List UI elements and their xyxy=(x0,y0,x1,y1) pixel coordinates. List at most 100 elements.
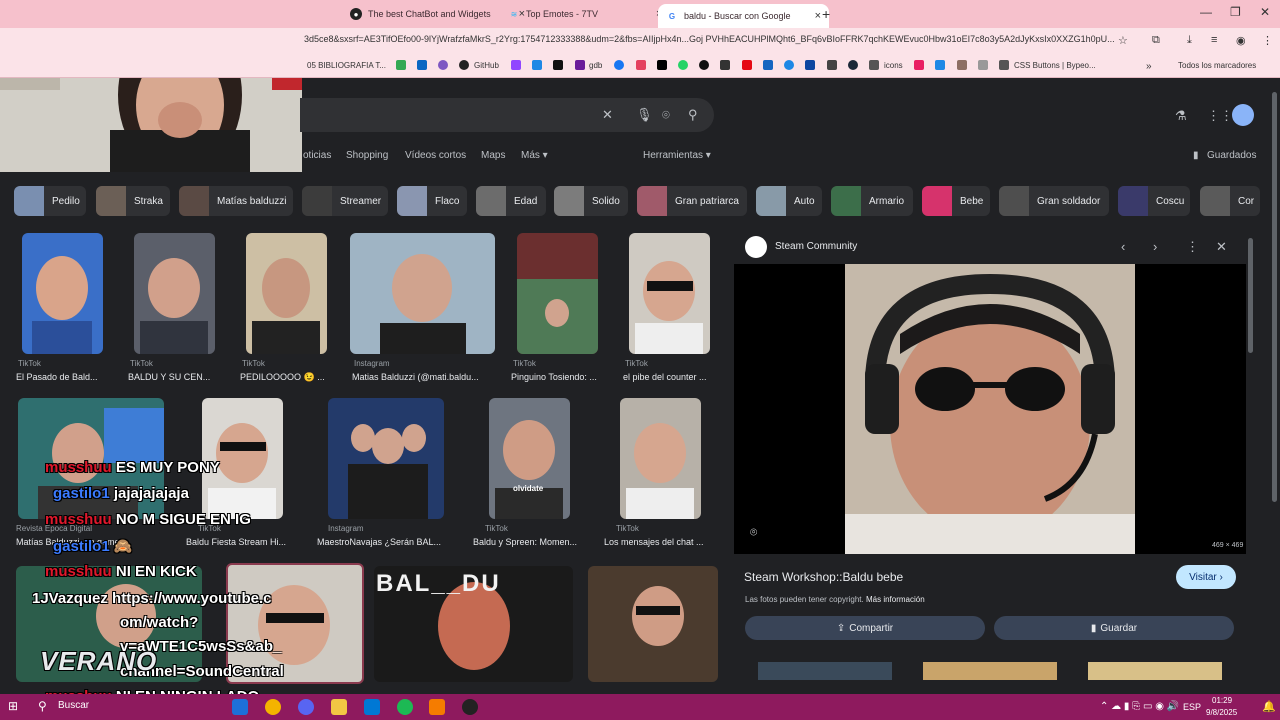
lens-search-icon[interactable]: ⌾ xyxy=(750,525,757,540)
result-caption[interactable]: el pibe del counter ... xyxy=(623,372,718,382)
save-button[interactable]: ▮ Guardar xyxy=(994,616,1234,640)
bookmark-star-icon[interactable]: ☆ xyxy=(1118,34,1128,47)
bookmark-icon[interactable] xyxy=(957,60,967,70)
github-icon[interactable] xyxy=(459,60,469,70)
download-icon[interactable]: ⤓ xyxy=(1187,34,1192,47)
apps-grid-icon[interactable]: ⋮⋮ xyxy=(1207,108,1233,124)
chip-flaco[interactable]: Flaco xyxy=(397,186,467,216)
result-image[interactable] xyxy=(588,566,718,682)
avatar[interactable] xyxy=(1232,104,1254,126)
tab-chatbot[interactable]: ● The best ChatBot and Widgets × xyxy=(350,4,525,24)
bookmark-icon[interactable] xyxy=(935,60,945,70)
bookmark-icon[interactable] xyxy=(784,60,794,70)
chip-cor[interactable]: Cor xyxy=(1200,186,1260,216)
result-image[interactable] xyxy=(629,233,710,354)
gdb-icon[interactable] xyxy=(575,60,585,70)
result-image[interactable] xyxy=(134,233,215,354)
more-info-link[interactable]: Más información xyxy=(866,595,925,604)
tab-google-search[interactable]: G baldu - Buscar con Google × xyxy=(658,4,830,28)
bookmark-icon[interactable] xyxy=(827,60,837,70)
result-image[interactable] xyxy=(246,233,327,354)
lens-icon[interactable]: ⌾ xyxy=(662,107,670,123)
result-image[interactable]: BAL__DU xyxy=(374,566,573,682)
chip-bebe[interactable]: Bebe xyxy=(922,186,990,216)
bookmark-gdb[interactable]: gdb xyxy=(589,61,602,70)
bookmark-css-buttons[interactable]: CSS Buttons | Bypeo... xyxy=(1014,61,1096,70)
labs-icon[interactable]: ⚗ xyxy=(1175,108,1187,124)
bookmark-icon[interactable] xyxy=(978,60,988,70)
discord-icon[interactable] xyxy=(298,699,314,715)
preview-image[interactable] xyxy=(845,264,1135,554)
chip-coscu[interactable]: Coscu xyxy=(1118,186,1190,216)
bookmark-icon[interactable] xyxy=(438,60,448,70)
icons-icon[interactable] xyxy=(869,60,879,70)
language-indicator[interactable]: ESP xyxy=(1183,702,1201,712)
result-caption[interactable]: Pinguino Tosiendo: ... xyxy=(511,372,606,382)
task-view-icon[interactable] xyxy=(232,699,248,715)
tab-7tv[interactable]: ≋ Top Emotes - 7TV × xyxy=(508,4,663,24)
maximize-icon[interactable]: ❐ xyxy=(1230,5,1241,19)
clock-date[interactable]: 9/8/2025 xyxy=(1206,708,1237,717)
vscode-icon[interactable] xyxy=(364,699,380,715)
chip-matias-balduzzi[interactable]: Matías balduzzi xyxy=(179,186,293,216)
chip-pedilo[interactable]: Pedilo xyxy=(14,186,86,216)
chip-auto[interactable]: Auto xyxy=(756,186,822,216)
related-image[interactable] xyxy=(1088,662,1222,680)
bookmark-icon[interactable] xyxy=(720,60,730,70)
result-caption[interactable]: Baldu y Spreen: Momen... xyxy=(473,537,588,547)
netflix-icon[interactable] xyxy=(742,60,752,70)
whatsapp-icon[interactable] xyxy=(678,60,688,70)
facebook-icon[interactable] xyxy=(614,60,624,70)
chip-gran-patriarca[interactable]: Gran patriarca xyxy=(637,186,747,216)
share-button[interactable]: ⇪ Compartir xyxy=(745,616,985,640)
result-caption[interactable]: El Pasado de Bald... xyxy=(16,372,108,382)
notifications-icon[interactable]: 🔔 xyxy=(1262,700,1276,713)
all-bookmarks[interactable]: Todos los marcadores xyxy=(1178,61,1256,70)
panel-site-name[interactable]: Steam Community xyxy=(775,241,857,252)
next-icon[interactable]: › xyxy=(1153,239,1157,254)
obs-icon[interactable] xyxy=(462,699,478,715)
saved-button[interactable]: Guardados xyxy=(1207,150,1256,161)
search-icon[interactable]: ⚲ xyxy=(688,107,698,123)
more-bookmarks-icon[interactable]: » xyxy=(1146,61,1152,72)
tiktok-icon[interactable] xyxy=(553,60,563,70)
chip-streamer[interactable]: Streamer xyxy=(302,186,388,216)
bookmark-github[interactable]: GitHub xyxy=(474,61,499,70)
linkedin-icon[interactable] xyxy=(417,60,427,70)
extensions-icon[interactable]: ⧉ xyxy=(1152,34,1160,47)
chip-gran-soldador[interactable]: Gran soldador xyxy=(999,186,1109,216)
system-tray-icons[interactable]: ⌃ ☁ ▮ ⎘ ▭ ◉ 🔊 xyxy=(1100,701,1179,712)
result-caption[interactable]: Baldu Fiesta Stream Hi... xyxy=(186,537,296,547)
menu-icon[interactable]: ⋮ xyxy=(1262,34,1273,47)
result-image[interactable] xyxy=(350,233,495,354)
result-image[interactable] xyxy=(328,398,444,519)
panel-title[interactable]: Steam Workshop::Baldu bebe xyxy=(744,570,903,584)
clock-time[interactable]: 01:29 xyxy=(1212,696,1232,705)
spotify-icon[interactable] xyxy=(397,699,413,715)
clear-search-icon[interactable]: ✕ xyxy=(602,107,613,123)
tab-mas[interactable]: Más ▾ xyxy=(521,150,548,161)
file-explorer-icon[interactable] xyxy=(331,699,347,715)
instagram-icon[interactable] xyxy=(636,60,646,70)
app-icon[interactable] xyxy=(429,699,445,715)
related-image[interactable] xyxy=(923,662,1057,680)
x-icon[interactable] xyxy=(657,60,667,70)
result-caption[interactable]: BALDU Y SU CEN... xyxy=(128,372,220,382)
new-tab-icon[interactable]: + xyxy=(822,6,830,22)
drive-icon[interactable] xyxy=(396,60,406,70)
bookmark-icons[interactable]: icons xyxy=(884,61,903,70)
result-caption[interactable]: MaestroNavajas ¿Serán BAL... xyxy=(317,537,452,547)
bookmark-icon[interactable] xyxy=(914,60,924,70)
bookmark-icon[interactable] xyxy=(763,60,773,70)
chrome-icon[interactable] xyxy=(265,699,281,715)
media-icon[interactable]: ≡ xyxy=(1211,34,1217,46)
bookmark-icon[interactable] xyxy=(999,60,1009,70)
address-bar[interactable]: 3d5ce8&sxsrf=AE3TifOEfo00-9lYjWrafzfaMkr… xyxy=(304,34,1134,50)
page-scrollbar[interactable] xyxy=(1272,92,1277,502)
tab-shopping[interactable]: Shopping xyxy=(346,150,388,161)
saved-icon[interactable]: ▮ xyxy=(1193,150,1199,161)
close-window-icon[interactable]: ✕ xyxy=(1260,5,1270,19)
result-caption[interactable]: PEDILOOOOO 😉 ... xyxy=(240,372,332,383)
related-image[interactable] xyxy=(758,662,892,680)
taskbar-search[interactable]: Buscar xyxy=(58,700,89,711)
